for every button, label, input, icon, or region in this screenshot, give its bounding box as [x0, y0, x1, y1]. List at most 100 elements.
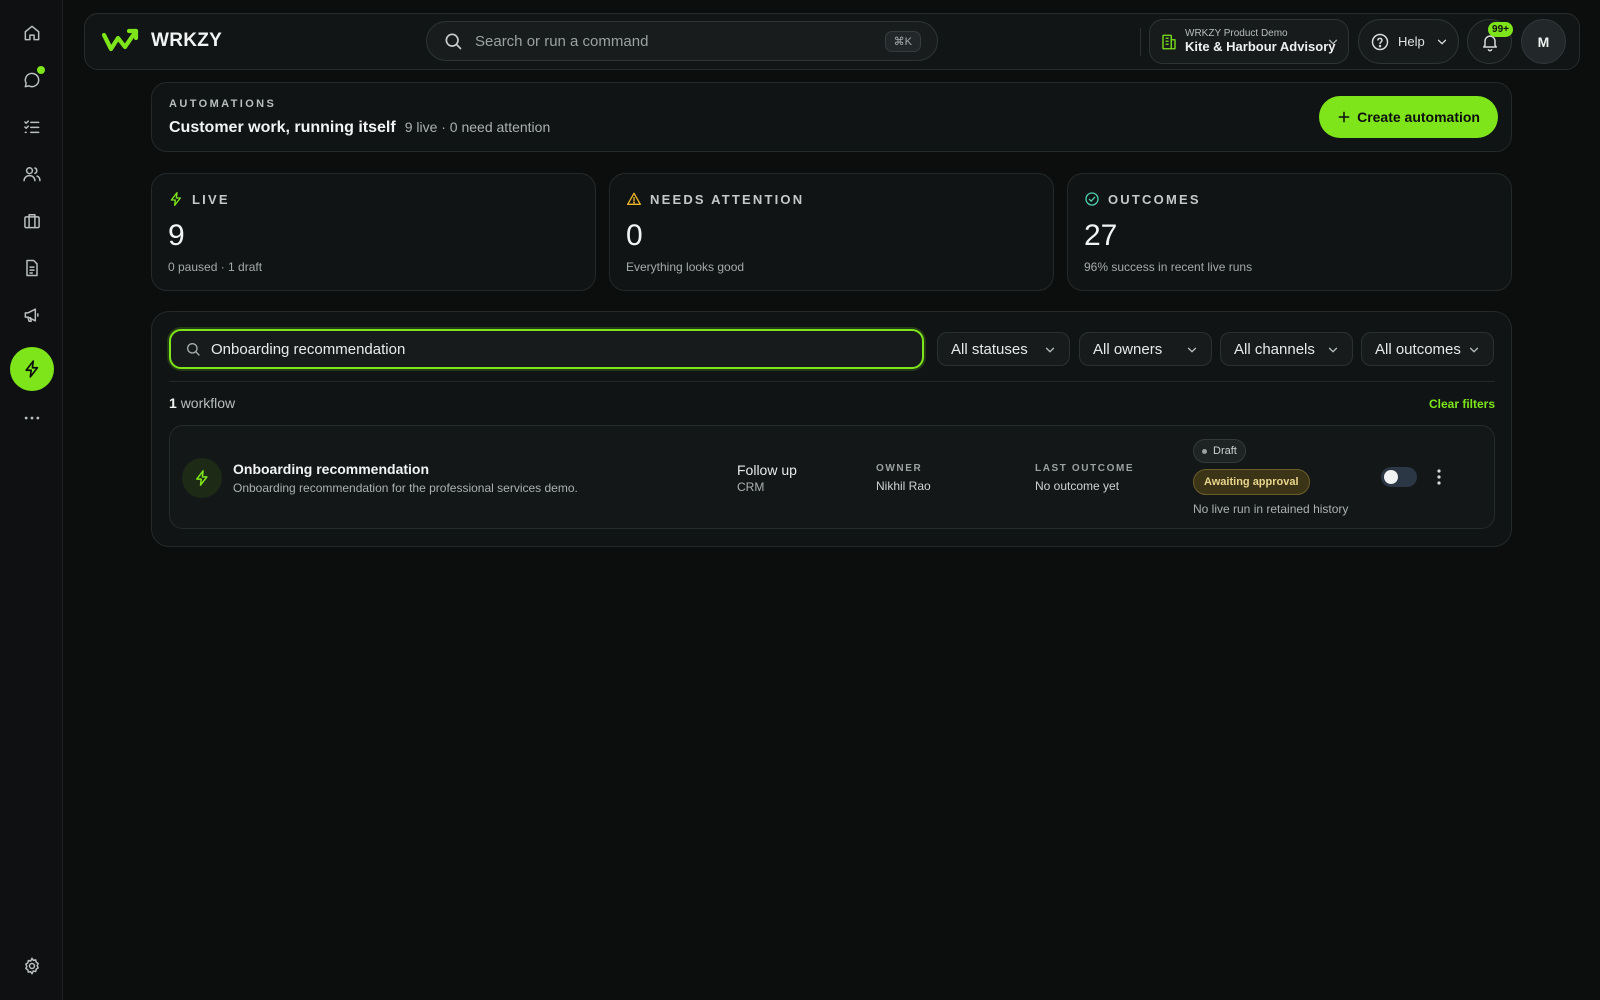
lightning-icon — [22, 359, 42, 379]
stat-outcomes: OUTCOMES 27 96% success in recent live r… — [1067, 173, 1512, 291]
lightning-icon — [182, 458, 222, 498]
row-menu-button[interactable] — [1432, 464, 1446, 490]
plus-icon — [1337, 110, 1351, 124]
more-icon — [22, 408, 42, 428]
nav-contacts[interactable] — [10, 152, 54, 196]
outcome-filter-value: All outcomes — [1375, 340, 1461, 358]
run-history-note: No live run in retained history — [1193, 502, 1349, 516]
tasks-icon — [22, 117, 42, 137]
command-search[interactable]: Search or run a command ⌘K — [426, 21, 938, 61]
search-icon — [443, 31, 463, 51]
page-title: Customer work, running itself — [169, 119, 396, 136]
workflow-row[interactable]: Onboarding recommendation Onboarding rec… — [169, 425, 1495, 529]
user-avatar[interactable]: M — [1521, 19, 1566, 64]
workflow-action: Follow up CRM — [737, 462, 797, 494]
chevron-down-icon — [1326, 35, 1340, 49]
stat-subtext: Everything looks good — [626, 260, 745, 274]
nav-automations[interactable] — [10, 347, 54, 391]
owner-filter[interactable]: All owners — [1079, 332, 1212, 366]
status-badge-label: Draft — [1213, 445, 1237, 457]
kebab-menu-icon — [1437, 469, 1441, 485]
brand-name: WRKZY — [151, 30, 223, 51]
stat-subtext: 96% success in recent live runs — [1084, 260, 1253, 274]
workflow-owner: OWNER Nikhil Rao — [876, 463, 931, 493]
stat-live: LIVE 9 0 paused · 1 draft — [151, 173, 596, 291]
owner-filter-value: All owners — [1093, 340, 1163, 358]
owner-name: Nikhil Rao — [876, 479, 931, 493]
command-search-placeholder: Search or run a command — [475, 32, 649, 50]
nav-tasks[interactable] — [10, 105, 54, 149]
warning-icon — [626, 191, 642, 207]
status-filter-value: All statuses — [951, 340, 1028, 358]
status-filter[interactable]: All statuses — [937, 332, 1070, 366]
shortcut-hint: ⌘K — [884, 31, 921, 52]
stat-value: 0 — [626, 219, 643, 252]
toggle-knob — [1384, 470, 1398, 484]
page-summary: 9 live · 0 need attention — [404, 119, 551, 135]
status-dot — [1202, 448, 1207, 454]
chevron-down-icon — [1043, 343, 1057, 357]
workflow-panel: Onboarding recommendation All statuses A… — [151, 311, 1512, 547]
last-outcome-value: No outcome yet — [1035, 479, 1120, 493]
workspace-switcher[interactable]: WRKZY Product Demo Kite & Harbour Adviso… — [1149, 19, 1349, 64]
chevron-down-icon — [1435, 35, 1449, 49]
stat-needs-attention: NEEDS ATTENTION 0 Everything looks good — [609, 173, 1054, 291]
nav-deals[interactable] — [10, 199, 54, 243]
settings-icon — [22, 956, 42, 976]
last-outcome-label: LAST OUTCOME — [1035, 463, 1135, 474]
home-icon — [22, 23, 42, 43]
notifications-button[interactable]: 99+ — [1467, 19, 1513, 64]
building-icon — [1160, 33, 1178, 51]
workflow-title[interactable]: Onboarding recommendation — [233, 461, 429, 477]
search-value: Onboarding recommendation — [211, 340, 406, 358]
logo-icon — [101, 27, 139, 55]
brand[interactable]: WRKZY — [101, 27, 222, 55]
result-count-unit: workflow — [180, 395, 236, 411]
approval-badge: Awaiting approval — [1193, 469, 1310, 495]
workflow-channel: CRM — [737, 480, 765, 494]
nav-more[interactable] — [10, 396, 54, 440]
left-rail — [0, 0, 63, 1000]
status-badge: Draft — [1193, 439, 1246, 463]
nav-documents[interactable] — [10, 246, 54, 290]
workflow-last-outcome: LAST OUTCOME No outcome yet — [1035, 463, 1134, 493]
stat-value: 27 — [1084, 219, 1118, 252]
document-icon — [22, 258, 42, 278]
enable-toggle[interactable] — [1381, 467, 1417, 487]
stat-label: LIVE — [192, 191, 230, 207]
nav-campaigns[interactable] — [10, 293, 54, 337]
help-label: Help — [1398, 34, 1425, 49]
create-automation-button[interactable]: Create automation — [1319, 96, 1498, 138]
chevron-down-icon — [1326, 343, 1340, 357]
result-count: 1 workflow — [169, 395, 235, 411]
chevron-down-icon — [1185, 343, 1199, 357]
unread-dot — [37, 66, 45, 74]
outcome-filter[interactable]: All outcomes — [1361, 332, 1494, 366]
owner-label: OWNER — [876, 463, 923, 474]
stat-label: NEEDS ATTENTION — [650, 191, 805, 207]
create-automation-label: Create automation — [1357, 109, 1480, 125]
notification-count-badge: 99+ — [1488, 22, 1513, 37]
channel-filter[interactable]: All channels — [1220, 332, 1353, 366]
clear-filters-link[interactable]: Clear filters — [1429, 397, 1495, 411]
stat-value: 9 — [168, 219, 185, 252]
chevron-down-icon — [1467, 343, 1481, 357]
help-button[interactable]: Help — [1358, 19, 1459, 64]
check-circle-icon — [1084, 191, 1100, 207]
megaphone-icon — [22, 305, 42, 325]
stat-label: OUTCOMES — [1108, 191, 1201, 207]
divider — [169, 381, 1495, 382]
automations-header: AUTOMATIONS Customer work, running itsel… — [151, 82, 1512, 152]
nav-chat[interactable] — [10, 58, 54, 102]
section-eyebrow: AUTOMATIONS — [169, 98, 277, 110]
workspace-name: Kite & Harbour Advisory — [1185, 38, 1336, 54]
lightning-icon — [168, 191, 184, 207]
briefcase-icon — [22, 211, 42, 231]
nav-settings[interactable] — [10, 944, 54, 988]
nav-home[interactable] — [10, 11, 54, 55]
stat-subtext: 0 paused · 1 draft — [168, 260, 263, 274]
help-icon — [1370, 32, 1390, 52]
workflow-search-input[interactable]: Onboarding recommendation — [169, 329, 924, 369]
divider — [1140, 28, 1141, 56]
channel-filter-value: All channels — [1234, 340, 1315, 358]
